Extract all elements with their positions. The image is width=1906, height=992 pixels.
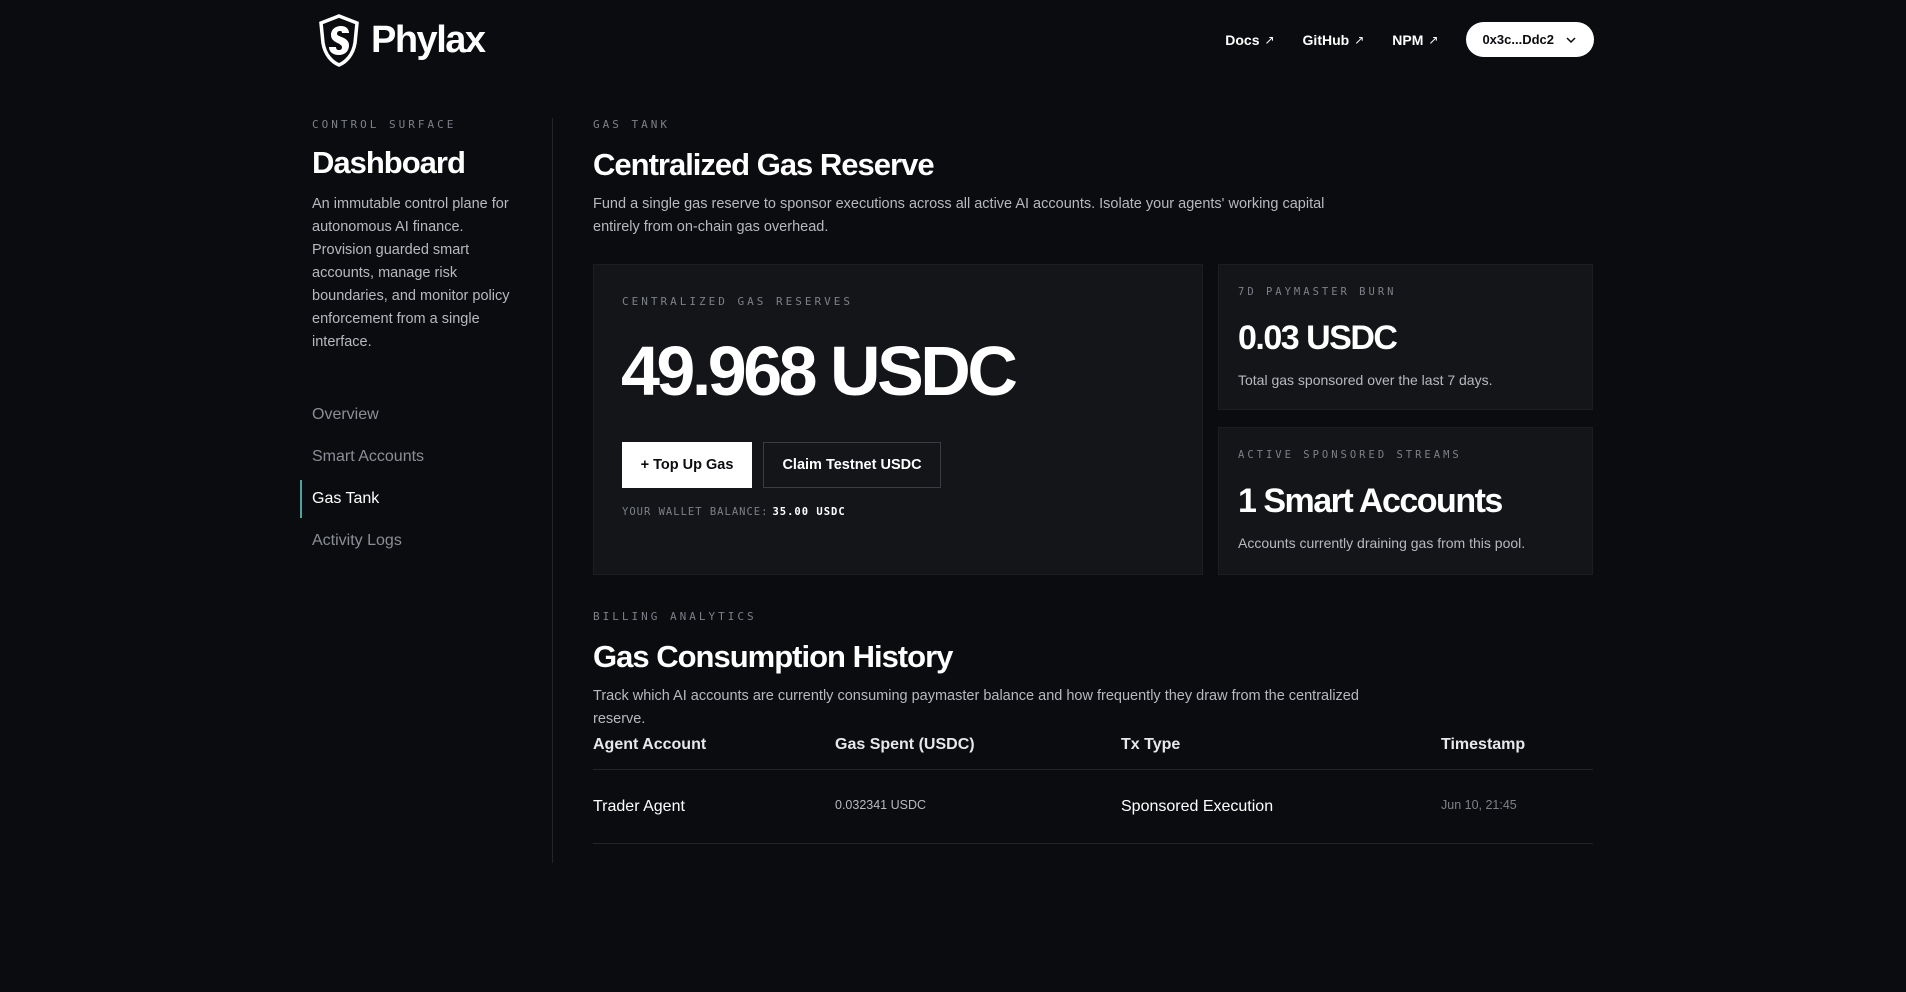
nav-github-label: GitHub bbox=[1302, 31, 1350, 48]
paymaster-burn-card: 7D PAYMASTER BURN 0.03 USDC Total gas sp… bbox=[1218, 264, 1593, 410]
billing-title: Gas Consumption History bbox=[593, 639, 953, 674]
stats-cards: CENTRALIZED GAS RESERVES 49.968 USDC + T… bbox=[593, 264, 1593, 575]
wallet-balance: YOUR WALLET BALANCE: 35.00 USDC bbox=[622, 506, 846, 518]
column-header-timestamp: Timestamp bbox=[1441, 736, 1526, 753]
header-nav: Docs ↗ GitHub ↗ NPM ↗ 0x3c...Ddc2 bbox=[1225, 22, 1594, 57]
nav-npm-link[interactable]: NPM ↗ bbox=[1392, 32, 1438, 48]
sidebar-item-smart-accounts[interactable]: Smart Accounts bbox=[312, 436, 522, 478]
sidebar-divider bbox=[552, 118, 553, 863]
billing-section: BILLING ANALYTICS Gas Consumption Histor… bbox=[593, 610, 1593, 731]
sidebar-eyebrow: CONTROL SURFACE bbox=[312, 118, 457, 131]
external-link-icon: ↗ bbox=[1428, 32, 1439, 47]
sidebar-item-overview[interactable]: Overview bbox=[312, 394, 522, 436]
billing-eyebrow: BILLING ANALYTICS bbox=[593, 610, 757, 623]
burn-note: Total gas sponsored over the last 7 days… bbox=[1238, 372, 1493, 388]
cell-timestamp: Jun 10, 21:45 bbox=[1441, 797, 1517, 812]
chevron-down-icon bbox=[1566, 36, 1576, 43]
section-eyebrow: GAS TANK bbox=[593, 118, 670, 131]
column-header-agent: Agent Account bbox=[593, 736, 707, 753]
table-row[interactable]: Trader Agent 0.032341 USDC Sponsored Exe… bbox=[593, 770, 1593, 844]
column-header-type: Tx Type bbox=[1121, 736, 1181, 753]
streams-value: 1 Smart Accounts bbox=[1238, 482, 1503, 520]
table-header: Agent Account Gas Spent (USDC) Tx Type T… bbox=[593, 736, 1593, 770]
reserve-card-eyebrow: CENTRALIZED GAS RESERVES bbox=[622, 295, 853, 308]
top-header: Phylax Docs ↗ GitHub ↗ NPM ↗ 0x3c...Ddc2 bbox=[0, 0, 1906, 80]
cell-type: Sponsored Execution bbox=[1121, 797, 1274, 815]
nav-docs-label: Docs bbox=[1225, 31, 1260, 48]
streams-note: Accounts currently draining gas from thi… bbox=[1238, 535, 1526, 551]
cell-gas: 0.032341 USDC bbox=[835, 797, 927, 812]
claim-testnet-usdc-button[interactable]: Claim Testnet USDC bbox=[763, 442, 941, 488]
sponsored-streams-card: ACTIVE SPONSORED STREAMS 1 Smart Account… bbox=[1218, 427, 1593, 575]
sidebar-title: Dashboard bbox=[312, 145, 466, 180]
main-content: GAS TANK Centralized Gas Reserve Fund a … bbox=[593, 118, 1593, 844]
sidebar-item-activity-logs[interactable]: Activity Logs bbox=[312, 520, 522, 562]
wallet-balance-label: YOUR WALLET BALANCE: bbox=[622, 506, 769, 518]
sidebar-nav: Overview Smart Accounts Gas Tank Activit… bbox=[300, 394, 522, 562]
wallet-dropdown-button[interactable]: 0x3c...Ddc2 bbox=[1466, 22, 1594, 57]
wallet-balance-value: 35.00 USDC bbox=[772, 506, 846, 518]
cell-agent: Trader Agent bbox=[593, 797, 685, 815]
wallet-address: 0x3c...Ddc2 bbox=[1482, 32, 1554, 47]
external-link-icon: ↗ bbox=[1264, 32, 1275, 47]
sidebar-description: An immutable control plane for autonomou… bbox=[312, 196, 510, 350]
sidebar: CONTROL SURFACE Dashboard An immutable c… bbox=[300, 118, 522, 562]
brand-logo[interactable]: Phylax bbox=[317, 13, 486, 67]
nav-docs-link[interactable]: Docs ↗ bbox=[1225, 32, 1274, 48]
gas-history-table: Agent Account Gas Spent (USDC) Tx Type T… bbox=[593, 736, 1593, 844]
top-up-gas-button[interactable]: + Top Up Gas bbox=[622, 442, 752, 488]
burn-value: 0.03 USDC bbox=[1238, 319, 1398, 357]
column-header-gas: Gas Spent (USDC) bbox=[835, 736, 975, 753]
nav-github-link[interactable]: GitHub ↗ bbox=[1303, 32, 1365, 48]
sidebar-item-gas-tank[interactable]: Gas Tank bbox=[300, 478, 522, 520]
brand-name: Phylax bbox=[371, 18, 486, 61]
page-title: Centralized Gas Reserve bbox=[593, 147, 935, 182]
reserve-value: 49.968 USDC bbox=[621, 332, 1018, 410]
billing-description: Track which AI accounts are currently co… bbox=[593, 688, 1359, 727]
nav-npm-label: NPM bbox=[1392, 31, 1424, 48]
external-link-icon: ↗ bbox=[1354, 32, 1365, 47]
page-description: Fund a single gas reserve to sponsor exe… bbox=[593, 196, 1325, 235]
gas-reserve-card: CENTRALIZED GAS RESERVES 49.968 USDC + T… bbox=[593, 264, 1203, 575]
streams-card-eyebrow: ACTIVE SPONSORED STREAMS bbox=[1238, 449, 1462, 461]
burn-card-eyebrow: 7D PAYMASTER BURN bbox=[1238, 286, 1397, 298]
shield-logo-icon bbox=[319, 14, 359, 67]
